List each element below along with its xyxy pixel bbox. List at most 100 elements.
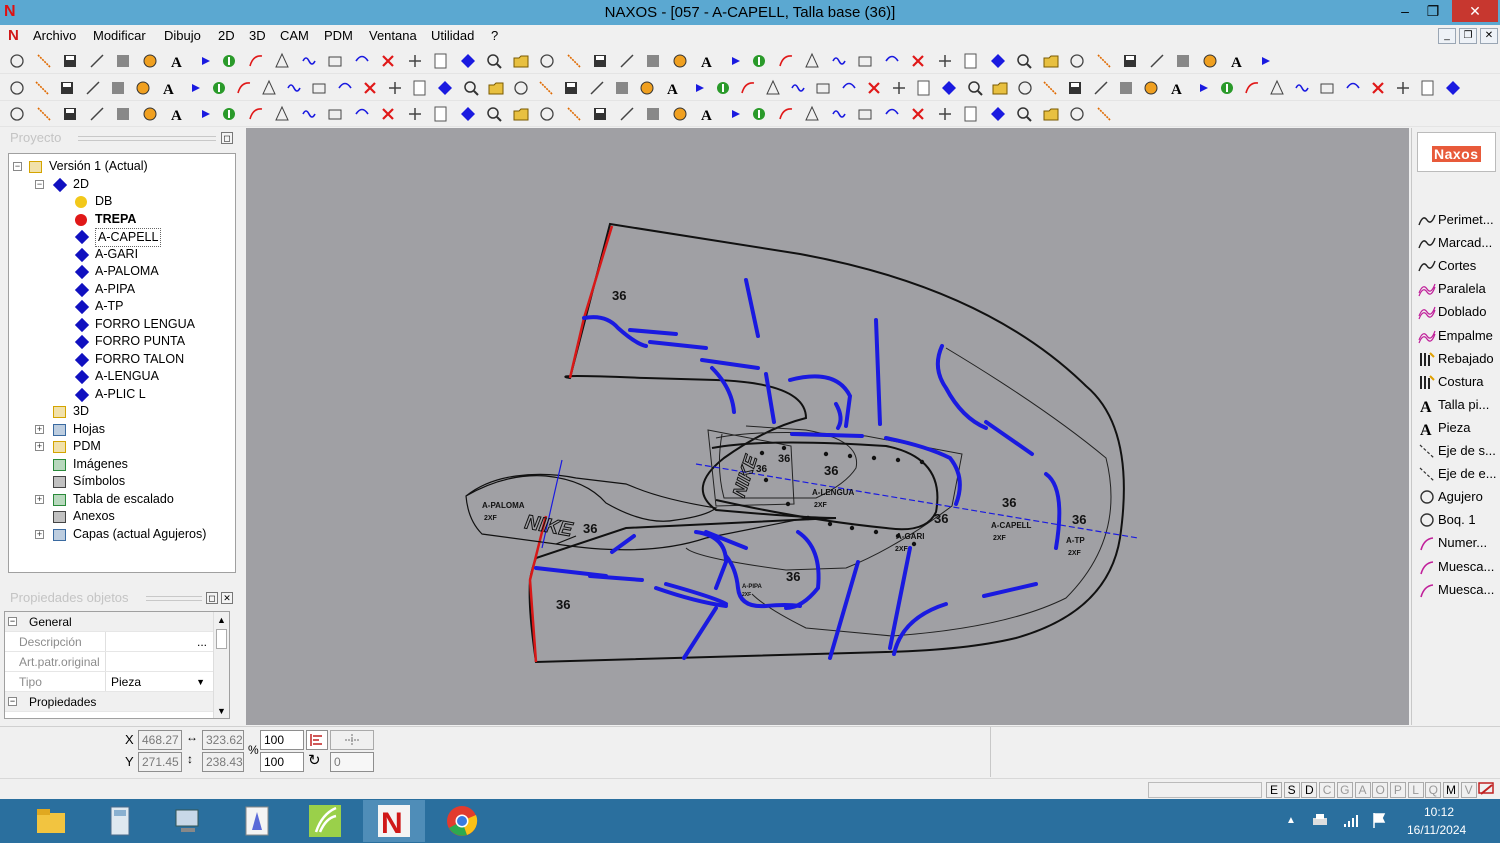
document-icon[interactable]: N bbox=[8, 27, 19, 44]
property-category[interactable]: − Propiedades bbox=[5, 692, 213, 712]
circle-arc-icon[interactable] bbox=[814, 79, 832, 97]
save-icon[interactable] bbox=[61, 52, 79, 70]
plugin-icon[interactable] bbox=[883, 52, 901, 70]
perp-icon[interactable] bbox=[194, 105, 212, 123]
scroll-down-icon[interactable]: ▼ bbox=[217, 706, 226, 716]
collapse-icon[interactable]: − bbox=[13, 162, 22, 171]
tree-item[interactable]: DB bbox=[9, 193, 235, 210]
circle-icon[interactable] bbox=[379, 52, 397, 70]
tree-item[interactable]: + Capas (actual Agujeros) bbox=[9, 526, 235, 543]
height-field[interactable]: 238.43 bbox=[202, 752, 244, 772]
join-icon[interactable] bbox=[537, 79, 555, 97]
rotate-icon[interactable] bbox=[562, 79, 580, 97]
properties-scrollbar[interactable]: ▲ ▼ bbox=[213, 612, 229, 718]
select-icon[interactable] bbox=[300, 52, 318, 70]
rect-icon[interactable] bbox=[830, 105, 848, 123]
cut-icon[interactable] bbox=[1041, 79, 1059, 97]
info-icon[interactable] bbox=[114, 52, 132, 70]
undo-icon[interactable] bbox=[141, 52, 159, 70]
copy-icon[interactable] bbox=[991, 79, 1009, 97]
collapse-icon[interactable]: − bbox=[8, 697, 17, 706]
tree-item[interactable]: + Hojas bbox=[9, 421, 235, 438]
menu-modificar[interactable]: Modificar bbox=[93, 28, 146, 43]
rotation-field[interactable]: 0 bbox=[330, 752, 374, 772]
status-flag-g[interactable]: G bbox=[1336, 782, 1353, 798]
tree-item[interactable]: + Tabla de escalado bbox=[9, 491, 235, 508]
measure-icon[interactable] bbox=[671, 52, 689, 70]
pattern-icon[interactable] bbox=[966, 79, 984, 97]
spline-icon[interactable] bbox=[220, 105, 238, 123]
spiral-icon[interactable] bbox=[940, 79, 958, 97]
rotate-icon[interactable] bbox=[1042, 105, 1060, 123]
arc-icon[interactable]: A bbox=[1227, 52, 1245, 70]
redo-icon[interactable] bbox=[962, 52, 980, 70]
menu-3d[interactable]: 3D bbox=[249, 28, 266, 43]
tree-item[interactable]: A-TP bbox=[9, 298, 235, 315]
scroll-thumb[interactable] bbox=[216, 629, 227, 649]
tree-item[interactable]: A-LENGUA bbox=[9, 368, 235, 385]
rect-icon[interactable] bbox=[618, 52, 636, 70]
status-flag-e[interactable]: E bbox=[1266, 782, 1282, 798]
save-icon[interactable] bbox=[856, 52, 874, 70]
copy-icon[interactable] bbox=[210, 79, 228, 97]
import-icon[interactable]: A bbox=[697, 52, 715, 70]
rotate-icon[interactable] bbox=[1344, 79, 1362, 97]
menu-cam[interactable]: CAM bbox=[280, 28, 309, 43]
delete-icon[interactable] bbox=[194, 52, 212, 70]
undo-icon[interactable] bbox=[936, 52, 954, 70]
bend-icon[interactable] bbox=[1243, 79, 1261, 97]
flip-icon[interactable] bbox=[1142, 79, 1160, 97]
property-value[interactable] bbox=[105, 652, 209, 671]
line-icon[interactable] bbox=[353, 52, 371, 70]
network-status-icon[interactable] bbox=[1478, 781, 1496, 797]
help-icon[interactable] bbox=[764, 79, 782, 97]
break-icon[interactable] bbox=[1293, 79, 1311, 97]
signal-tray-icon[interactable] bbox=[1342, 811, 1362, 832]
new-icon[interactable] bbox=[803, 52, 821, 70]
tree-item[interactable]: Anexos bbox=[9, 508, 235, 525]
select-icon[interactable] bbox=[247, 105, 265, 123]
text-icon[interactable] bbox=[538, 52, 556, 70]
width-field[interactable]: 323.62 bbox=[202, 730, 244, 750]
fillet-icon[interactable] bbox=[840, 79, 858, 97]
taskbar-design-app[interactable] bbox=[226, 800, 288, 842]
property-row[interactable]: Art.patr.original bbox=[5, 652, 213, 672]
scroll-up-icon[interactable]: ▲ bbox=[217, 615, 226, 625]
box-icon[interactable] bbox=[485, 105, 503, 123]
zoom-in-icon[interactable]: A bbox=[663, 79, 681, 97]
tangent-icon[interactable] bbox=[538, 105, 556, 123]
table-icon[interactable] bbox=[406, 105, 424, 123]
status-flag-p[interactable]: P bbox=[1389, 782, 1406, 798]
flip-icon[interactable] bbox=[361, 79, 379, 97]
next-icon[interactable] bbox=[1068, 105, 1086, 123]
point-icon[interactable] bbox=[406, 52, 424, 70]
dim-icon[interactable] bbox=[856, 105, 874, 123]
chamfer-icon[interactable] bbox=[35, 105, 53, 123]
fillet-icon[interactable] bbox=[58, 79, 76, 97]
taskbar-chrome[interactable] bbox=[431, 800, 493, 842]
taskbar-naxos[interactable]: N bbox=[362, 800, 425, 842]
snap-icon[interactable] bbox=[644, 105, 662, 123]
scale-icon[interactable] bbox=[1419, 79, 1437, 97]
tree-item[interactable]: FORRO PUNTA bbox=[9, 333, 235, 350]
ruler-icon[interactable] bbox=[671, 105, 689, 123]
pattern-drawing[interactable]: NIKE NIKE 36 36 36 36 36 36 36 36 36 36 … bbox=[246, 128, 1409, 725]
zoom-out-icon[interactable] bbox=[688, 79, 706, 97]
align-icon[interactable] bbox=[336, 79, 354, 97]
fill-icon[interactable] bbox=[644, 52, 662, 70]
move-icon[interactable] bbox=[613, 79, 631, 97]
stretch-icon[interactable] bbox=[436, 79, 454, 97]
link-icon[interactable] bbox=[1369, 79, 1387, 97]
stretch-icon[interactable] bbox=[1218, 79, 1236, 97]
open-icon[interactable] bbox=[830, 52, 848, 70]
tree-item[interactable]: Símbolos bbox=[9, 473, 235, 490]
chamfer-icon[interactable] bbox=[803, 105, 821, 123]
align-icon[interactable] bbox=[1117, 79, 1135, 97]
trim-icon[interactable] bbox=[459, 52, 477, 70]
mirror-icon[interactable] bbox=[310, 79, 328, 97]
move-icon[interactable] bbox=[141, 105, 159, 123]
arc-icon[interactable] bbox=[789, 79, 807, 97]
tree-item[interactable]: A-GARI bbox=[9, 246, 235, 263]
cut-icon[interactable] bbox=[260, 79, 278, 97]
printer-tray-icon[interactable] bbox=[1310, 811, 1330, 832]
